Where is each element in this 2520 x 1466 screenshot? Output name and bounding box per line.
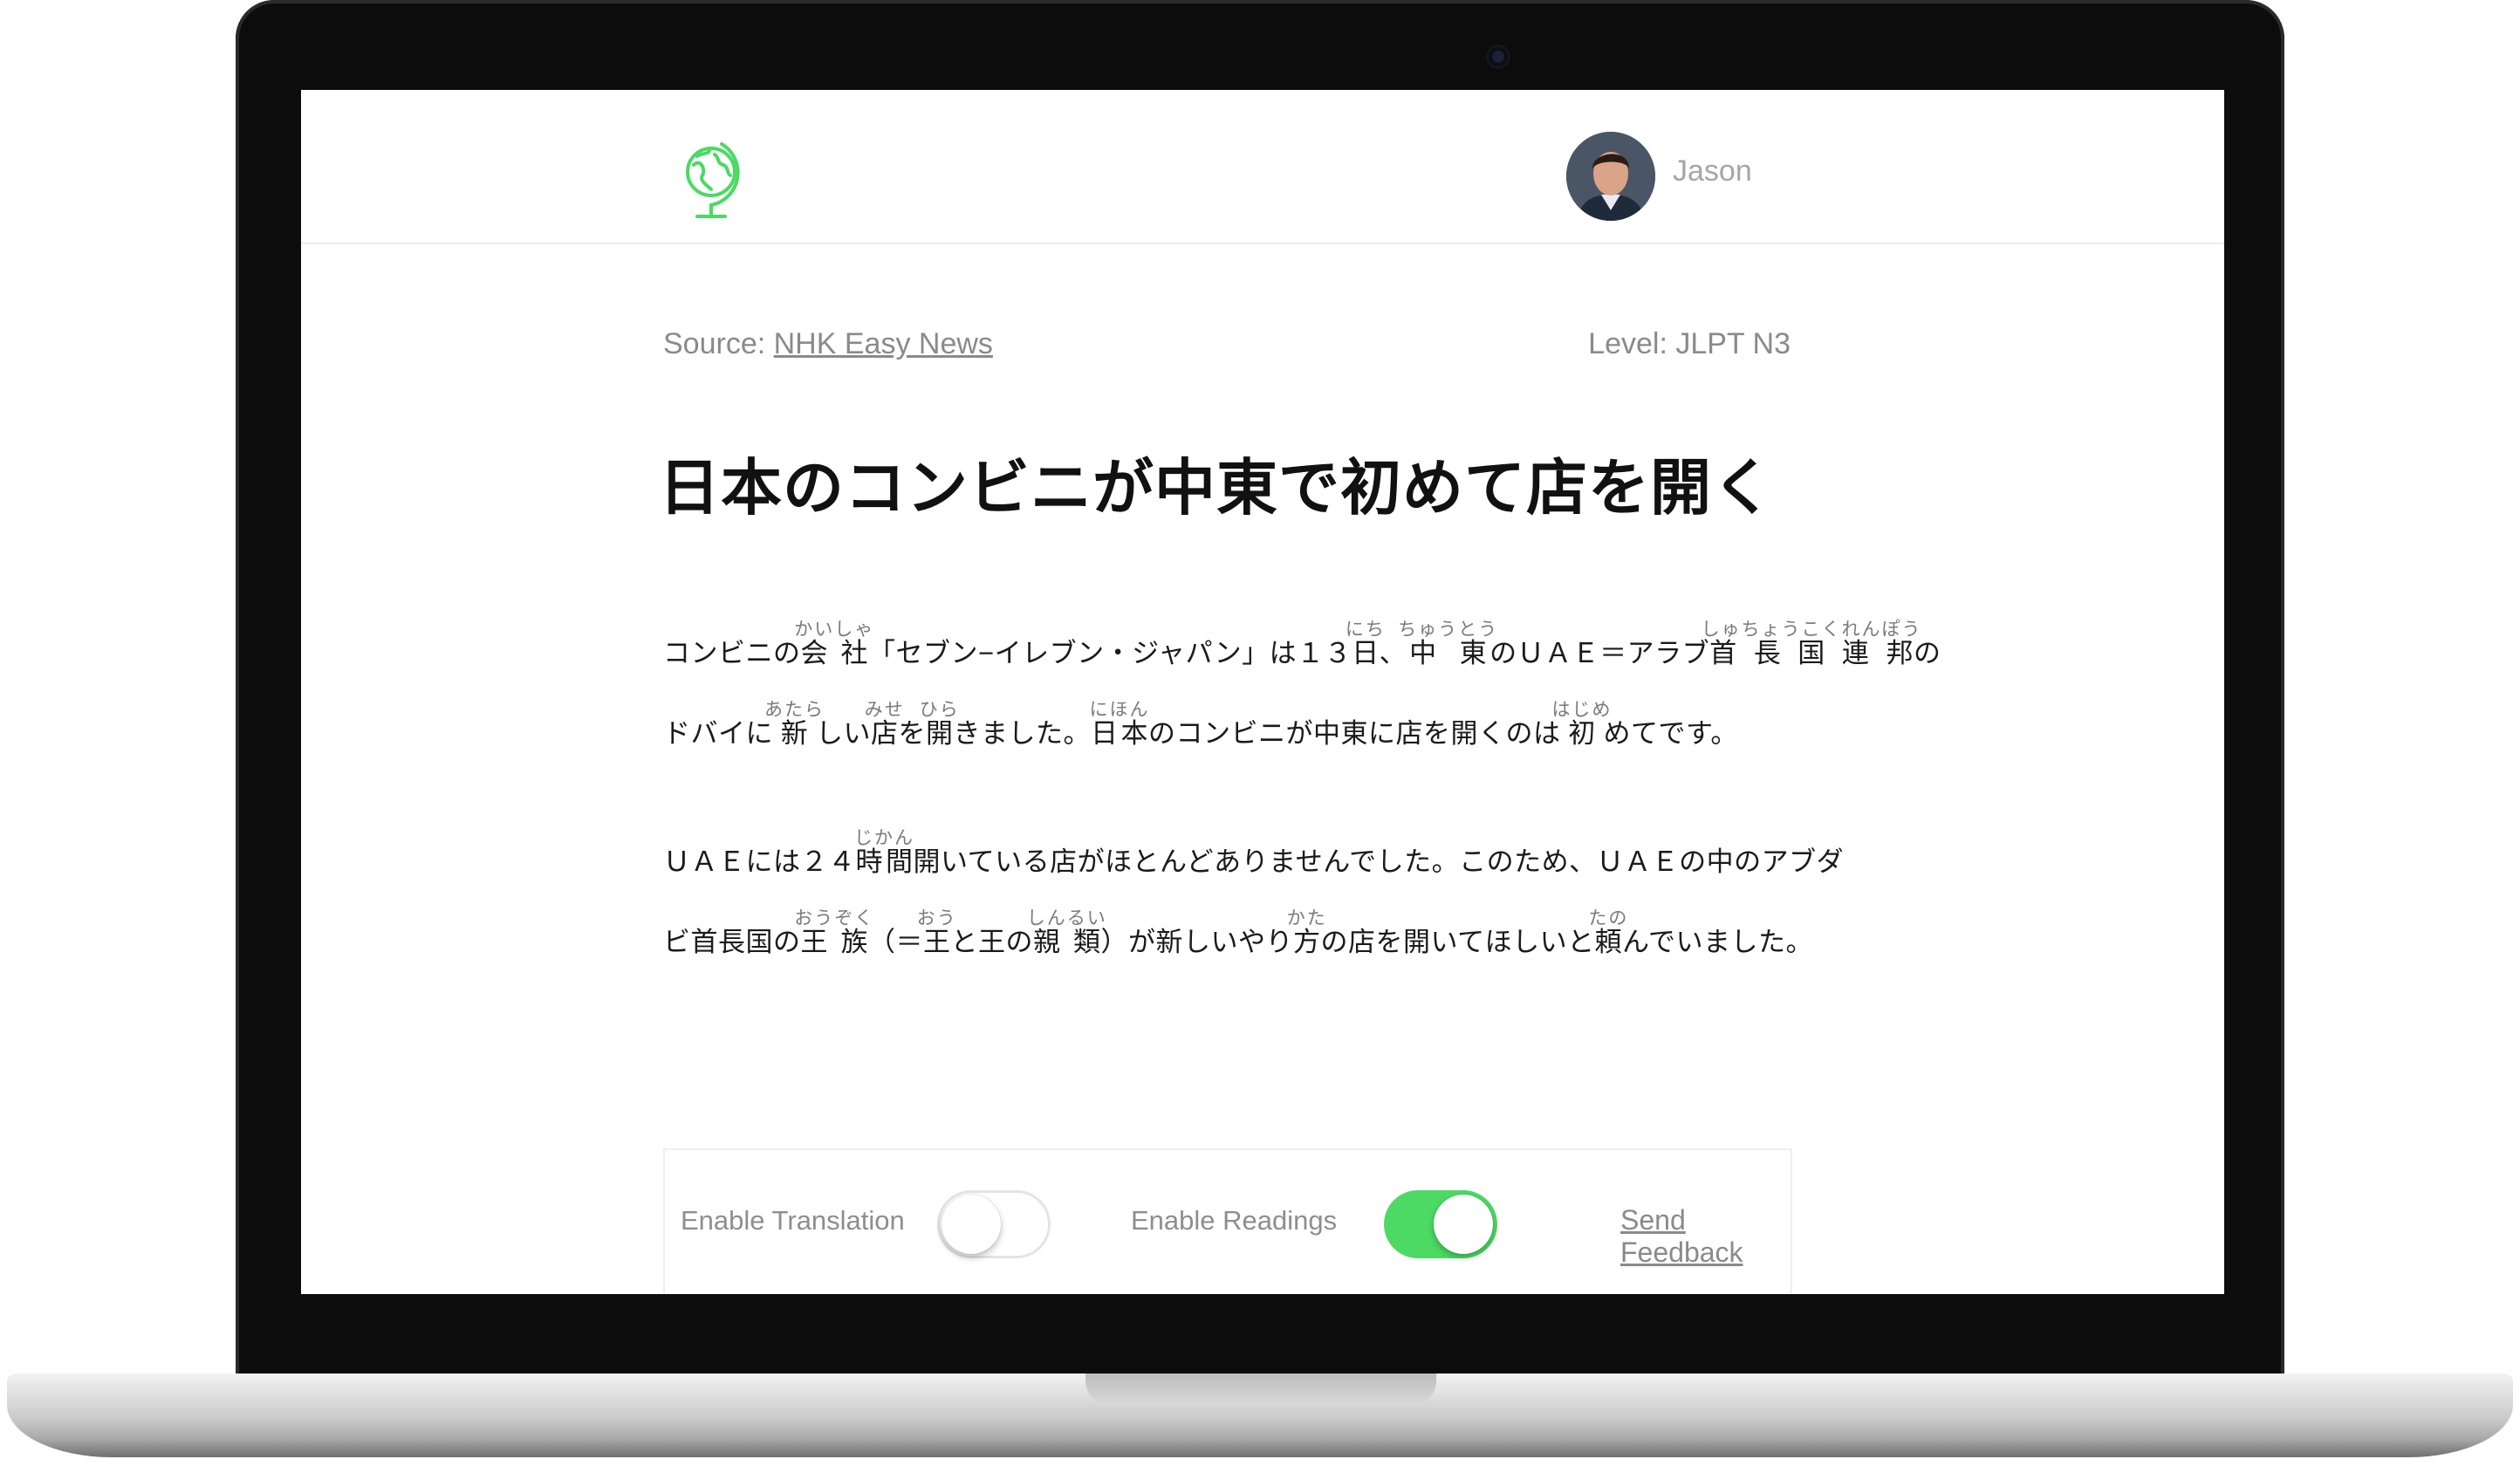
furigana-word[interactable]: 方かた — [1287, 908, 1327, 957]
readings-toggle-label: Enable Readings — [1131, 1205, 1338, 1236]
furigana-reading: かた — [1286, 908, 1327, 928]
furigana-reading: あたら — [764, 700, 825, 720]
furigana-word[interactable]: 首長国連邦しゅちょうこくれんぽう — [1702, 620, 1922, 668]
article-text: 「セブン−イレブン・ジャパン」は１３ — [868, 638, 1352, 668]
furigana-word[interactable]: 店みせ — [865, 700, 905, 749]
furigana-word[interactable]: 頼たの — [1588, 908, 1628, 957]
article-text: ドバイに — [663, 718, 773, 749]
source-prefix: Source: — [663, 327, 774, 360]
send-feedback-link[interactable]: Send Feedback — [1620, 1204, 1791, 1269]
furigana-reading: しんるい — [1026, 908, 1107, 928]
settings-bar: Enable Translation Enable Readings Send … — [663, 1148, 1792, 1294]
furigana-word[interactable]: 日本にほん — [1089, 700, 1150, 749]
translation-toggle-label: Enable Translation — [681, 1205, 905, 1236]
furigana-reading: みせ — [864, 700, 905, 720]
kanji-text: 親類 — [1026, 927, 1107, 957]
kanji-text: 王族 — [794, 927, 875, 957]
camera-icon — [1489, 47, 1508, 66]
article-line: ドバイに新あたらしい店みせを開ひらきました。日本にほんのコンビニが中東に店を開く… — [663, 694, 1798, 774]
toggle-knob — [1434, 1195, 1493, 1254]
article-text: （＝ — [868, 927, 923, 957]
furigana-reading: たの — [1588, 908, 1629, 928]
user-avatar[interactable] — [1566, 132, 1655, 221]
kanji-text: 会社 — [794, 638, 875, 668]
furigana-reading: にほん — [1089, 700, 1150, 720]
furigana-word[interactable]: 王おう — [917, 908, 957, 957]
top-header: Jason — [301, 90, 2224, 244]
article-text: ＵＡＥには２４ — [663, 846, 856, 877]
furigana-word[interactable]: 新あたら — [764, 700, 825, 749]
furigana-reading: おう — [916, 908, 957, 928]
furigana-word[interactable]: 中東ちゅうとう — [1398, 620, 1498, 668]
translation-toggle[interactable] — [937, 1190, 1051, 1258]
article-level: Level: JLPT N3 — [1588, 327, 1791, 360]
article-title: 日本のコンビニが中東で初めて店を開く — [659, 454, 1774, 522]
toggle-knob — [942, 1195, 1001, 1254]
furigana-reading: おうぞく — [794, 908, 875, 928]
article-source: Source: NHK Easy News — [663, 327, 993, 361]
furigana-word[interactable]: 王族おうぞく — [794, 908, 874, 957]
furigana-reading: にち — [1345, 620, 1386, 640]
kanji-text: 首長国連邦 — [1701, 638, 1922, 668]
furigana-word[interactable]: 会社かいしゃ — [794, 620, 874, 668]
article-paragraph: ＵＡＥには２４時間じかん開いている店がほとんどありませんでした。このため、ＵＡＥ… — [663, 822, 1844, 983]
article-text: と王の — [950, 927, 1033, 957]
furigana-reading: ちゅうとう — [1398, 620, 1499, 640]
article-text: のコンビニが中東に店を開くのは — [1148, 718, 1561, 749]
article-line: ＵＡＥには２４時間じかん開いている店がほとんどありませんでした。このため、ＵＡＥ… — [663, 822, 1844, 902]
furigana-reading: かいしゃ — [794, 620, 875, 640]
furigana-word[interactable]: 日にち — [1346, 620, 1386, 668]
kanji-text: 日本 — [1089, 718, 1150, 749]
furigana-reading: はじめ — [1551, 700, 1613, 720]
article-text: 開いている店がほとんどありませんでした。このため、ＵＡＥの中のアブダ — [913, 846, 1845, 877]
article-text: んでいました。 — [1622, 927, 1814, 957]
article-line: コンビニの会社かいしゃ「セブン−イレブン・ジャパン」は１３日にち、中東ちゅうとう… — [663, 613, 1941, 694]
article-text: の店を開いてほしいと — [1320, 927, 1595, 957]
article-body: コンビニの会社かいしゃ「セブン−イレブン・ジャパン」は１３日にち、中東ちゅうとう… — [663, 613, 1941, 983]
article-text: きました。 — [953, 718, 1091, 749]
article-text: ）が新しいやり — [1100, 927, 1293, 957]
article-text: コンビニの — [663, 638, 801, 668]
article-text: のＵＡＥ＝アラブ — [1489, 638, 1710, 668]
article-text: しい — [816, 718, 871, 749]
furigana-word[interactable]: 時間じかん — [854, 828, 914, 877]
source-link[interactable]: NHK Easy News — [774, 327, 993, 360]
furigana-reading: じかん — [854, 828, 914, 848]
furigana-word[interactable]: 初はじめ — [1552, 700, 1613, 749]
kanji-text: 中東 — [1398, 638, 1499, 668]
app-screen: Jason Source: NHK Easy News Level: JLPT … — [301, 90, 2224, 1294]
furigana-word[interactable]: 開ひら — [920, 700, 960, 749]
article-paragraph: コンビニの会社かいしゃ「セブン−イレブン・ジャパン」は１３日にち、中東ちゅうとう… — [663, 613, 1941, 774]
furigana-reading: ひら — [919, 700, 960, 720]
article-line: ビ首長国の王族おうぞく（＝王おうと王の親類しんるい）が新しいやり方かたの店を開い… — [663, 902, 1813, 983]
user-name[interactable]: Jason — [1673, 154, 1752, 188]
laptop-notch — [1085, 1374, 1436, 1407]
article-text: ビ首長国の — [663, 927, 801, 957]
furigana-word[interactable]: 親類しんるい — [1027, 908, 1107, 957]
globe-icon[interactable] — [676, 135, 755, 223]
article-text: めてです。 — [1603, 718, 1738, 749]
article-text: の — [1914, 638, 1941, 668]
kanji-text: 時間 — [854, 846, 914, 877]
readings-toggle[interactable] — [1384, 1190, 1497, 1258]
furigana-reading: しゅちょうこくれんぽう — [1701, 620, 1922, 640]
